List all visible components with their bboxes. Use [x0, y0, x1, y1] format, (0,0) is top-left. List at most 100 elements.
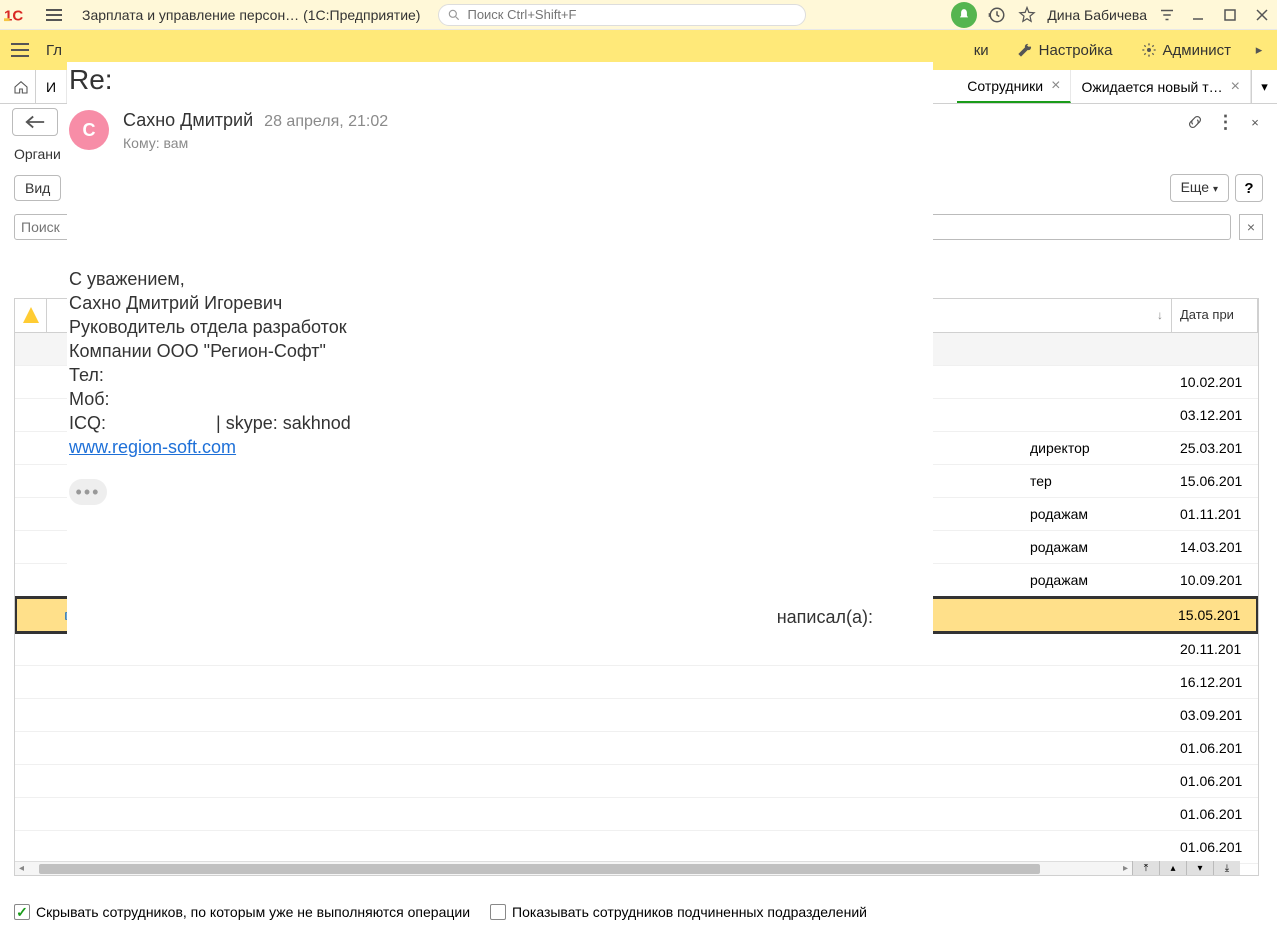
- table-row[interactable]: 03.09.201: [15, 699, 1258, 732]
- close-icon[interactable]: ×: [1231, 78, 1240, 96]
- hide-inactive-label: Скрывать сотрудников, по которым уже не …: [36, 904, 470, 920]
- org-label: Органи: [14, 146, 61, 162]
- filter-icon[interactable]: [1157, 5, 1177, 25]
- back-button[interactable]: [12, 108, 58, 136]
- row-position: родажам: [1022, 539, 1172, 555]
- scroll-top-button[interactable]: ⤒: [1132, 861, 1159, 875]
- warning-icon: [23, 307, 39, 323]
- row-date: 20.11.201: [1172, 641, 1258, 657]
- row-date: 01.06.201: [1172, 773, 1258, 789]
- tab-awaiting[interactable]: Ожидается новый т… ×: [1071, 70, 1251, 103]
- hide-inactive-checkbox[interactable]: ✓ Скрывать сотрудников, по которым уже н…: [14, 904, 470, 920]
- global-search-input[interactable]: [467, 7, 797, 22]
- checkbox-checked-icon: ✓: [14, 904, 30, 920]
- menu-main[interactable]: Гл: [32, 42, 76, 59]
- table-row[interactable]: 01.06.201: [15, 831, 1258, 864]
- more-actions-icon[interactable]: ⋮: [1215, 112, 1235, 132]
- help-button[interactable]: ?: [1235, 174, 1263, 202]
- home-tab[interactable]: [6, 70, 36, 103]
- recipient-line: Кому: вам: [123, 135, 388, 151]
- row-date: 01.06.201: [1172, 839, 1258, 855]
- scroll-up-button[interactable]: ▴: [1159, 861, 1186, 875]
- history-icon[interactable]: [987, 5, 1007, 25]
- email-overlay: Re: С Сахно Дмитрий 28 апреля, 21:02 Ком…: [67, 62, 933, 642]
- sender-avatar[interactable]: С: [69, 110, 109, 150]
- date-header[interactable]: Дата при: [1172, 299, 1258, 332]
- minimize-button[interactable]: [1187, 4, 1209, 26]
- row-position: родажам: [1022, 506, 1172, 522]
- scroll-nav-buttons: ⤒ ▴ ▾ ⤓: [1132, 861, 1240, 875]
- row-date: 14.03.201: [1172, 539, 1258, 555]
- row-position: тер: [1022, 473, 1172, 489]
- row-position: родажам: [1022, 572, 1172, 588]
- employee-date: 15.05.201: [1170, 607, 1256, 623]
- sig-regards: С уважением,: [69, 267, 933, 291]
- sort-indicator-icon[interactable]: ↓: [1157, 308, 1163, 322]
- close-icon[interactable]: ×: [1051, 77, 1060, 95]
- menu-admin[interactable]: Админист: [1127, 42, 1245, 59]
- sender-line: Сахно Дмитрий 28 апреля, 21:02: [123, 110, 388, 131]
- close-panel-icon[interactable]: ×: [1245, 112, 1265, 132]
- tab-first-label: И: [46, 79, 56, 95]
- table-row[interactable]: 16.12.201: [15, 666, 1258, 699]
- sig-company: Компании ООО "Регион-Софт": [69, 339, 933, 363]
- row-date: 01.06.201: [1172, 806, 1258, 822]
- link-icon[interactable]: [1185, 112, 1205, 132]
- tabs-dropdown[interactable]: ▾: [1251, 70, 1277, 103]
- gear-icon: [1141, 42, 1157, 58]
- sig-icq-label: ICQ:: [69, 413, 106, 433]
- clear-filter-button[interactable]: ×: [1239, 214, 1263, 240]
- user-name[interactable]: Дина Бабичева: [1047, 7, 1147, 23]
- sections-icon[interactable]: [8, 38, 32, 62]
- more-button[interactable]: Еще ▾: [1170, 174, 1229, 202]
- svg-text:1С: 1С: [4, 7, 23, 23]
- row-date: 10.09.201: [1172, 572, 1258, 588]
- menu-settings-label: Настройка: [1039, 42, 1113, 59]
- quote-wrote-label: написал(а):: [777, 607, 873, 628]
- menu-item-right1[interactable]: ки: [960, 42, 1003, 59]
- expand-quote-button[interactable]: •••: [69, 479, 107, 505]
- horizontal-scrollbar[interactable]: ◂ ▸ ⤒ ▴ ▾ ⤓: [15, 861, 1240, 875]
- sig-url-link[interactable]: www.region-soft.com: [69, 437, 236, 457]
- close-window-button[interactable]: [1251, 4, 1273, 26]
- sender-name[interactable]: Сахно Дмитрий: [123, 110, 253, 130]
- tab-first[interactable]: И: [36, 70, 67, 103]
- scroll-down-button[interactable]: ▾: [1186, 861, 1213, 875]
- logo-1c-icon: 1С: [4, 5, 34, 25]
- row-date: 16.12.201: [1172, 674, 1258, 690]
- menu-admin-label: Админист: [1163, 42, 1231, 59]
- sig-skype: | skype: sakhnod: [216, 413, 351, 433]
- sig-icq: ICQ: | skype: sakhnod: [69, 411, 933, 435]
- maximize-button[interactable]: [1219, 4, 1241, 26]
- list-view-button[interactable]: Вид: [14, 175, 61, 201]
- menu-settings[interactable]: Настройка: [1003, 42, 1127, 59]
- tab-employees[interactable]: Сотрудники ×: [957, 70, 1071, 103]
- sender-date: 28 апреля, 21:02: [264, 113, 388, 130]
- sig-name: Сахно Дмитрий Игоревич: [69, 291, 933, 315]
- wrench-icon: [1017, 42, 1033, 58]
- row-date: 03.12.201: [1172, 407, 1258, 423]
- chevron-right-icon[interactable]: ▸: [1249, 40, 1269, 60]
- search-icon: [447, 8, 461, 22]
- table-row[interactable]: 01.06.201: [15, 765, 1258, 798]
- sig-title: Руководитель отдела разработок: [69, 315, 933, 339]
- title-bar: 1С Зарплата и управление персон… (1С:Пре…: [0, 0, 1277, 30]
- global-search[interactable]: [438, 4, 806, 26]
- email-header: С Сахно Дмитрий 28 апреля, 21:02 Кому: в…: [67, 104, 933, 157]
- list-view-label: Вид: [25, 180, 50, 196]
- tab-employees-label: Сотрудники: [967, 78, 1043, 94]
- menu-icon[interactable]: [42, 3, 66, 27]
- show-subdept-checkbox[interactable]: Показывать сотрудников подчиненных подра…: [490, 904, 867, 920]
- footer-options: ✓ Скрывать сотрудников, по которым уже н…: [14, 904, 1263, 920]
- scrollbar-thumb[interactable]: [39, 864, 1040, 874]
- table-row[interactable]: 01.06.201: [15, 798, 1258, 831]
- table-row[interactable]: 01.06.201: [15, 732, 1258, 765]
- scroll-bottom-button[interactable]: ⤓: [1213, 861, 1240, 875]
- row-date: 25.03.201: [1172, 440, 1258, 456]
- row-date: 10.02.201: [1172, 374, 1258, 390]
- notifications-icon[interactable]: [951, 2, 977, 28]
- more-button-label: Еще: [1181, 179, 1210, 195]
- app-title: Зарплата и управление персон… (1С:Предпр…: [82, 7, 420, 23]
- favorite-icon[interactable]: [1017, 5, 1037, 25]
- row-date: 03.09.201: [1172, 707, 1258, 723]
